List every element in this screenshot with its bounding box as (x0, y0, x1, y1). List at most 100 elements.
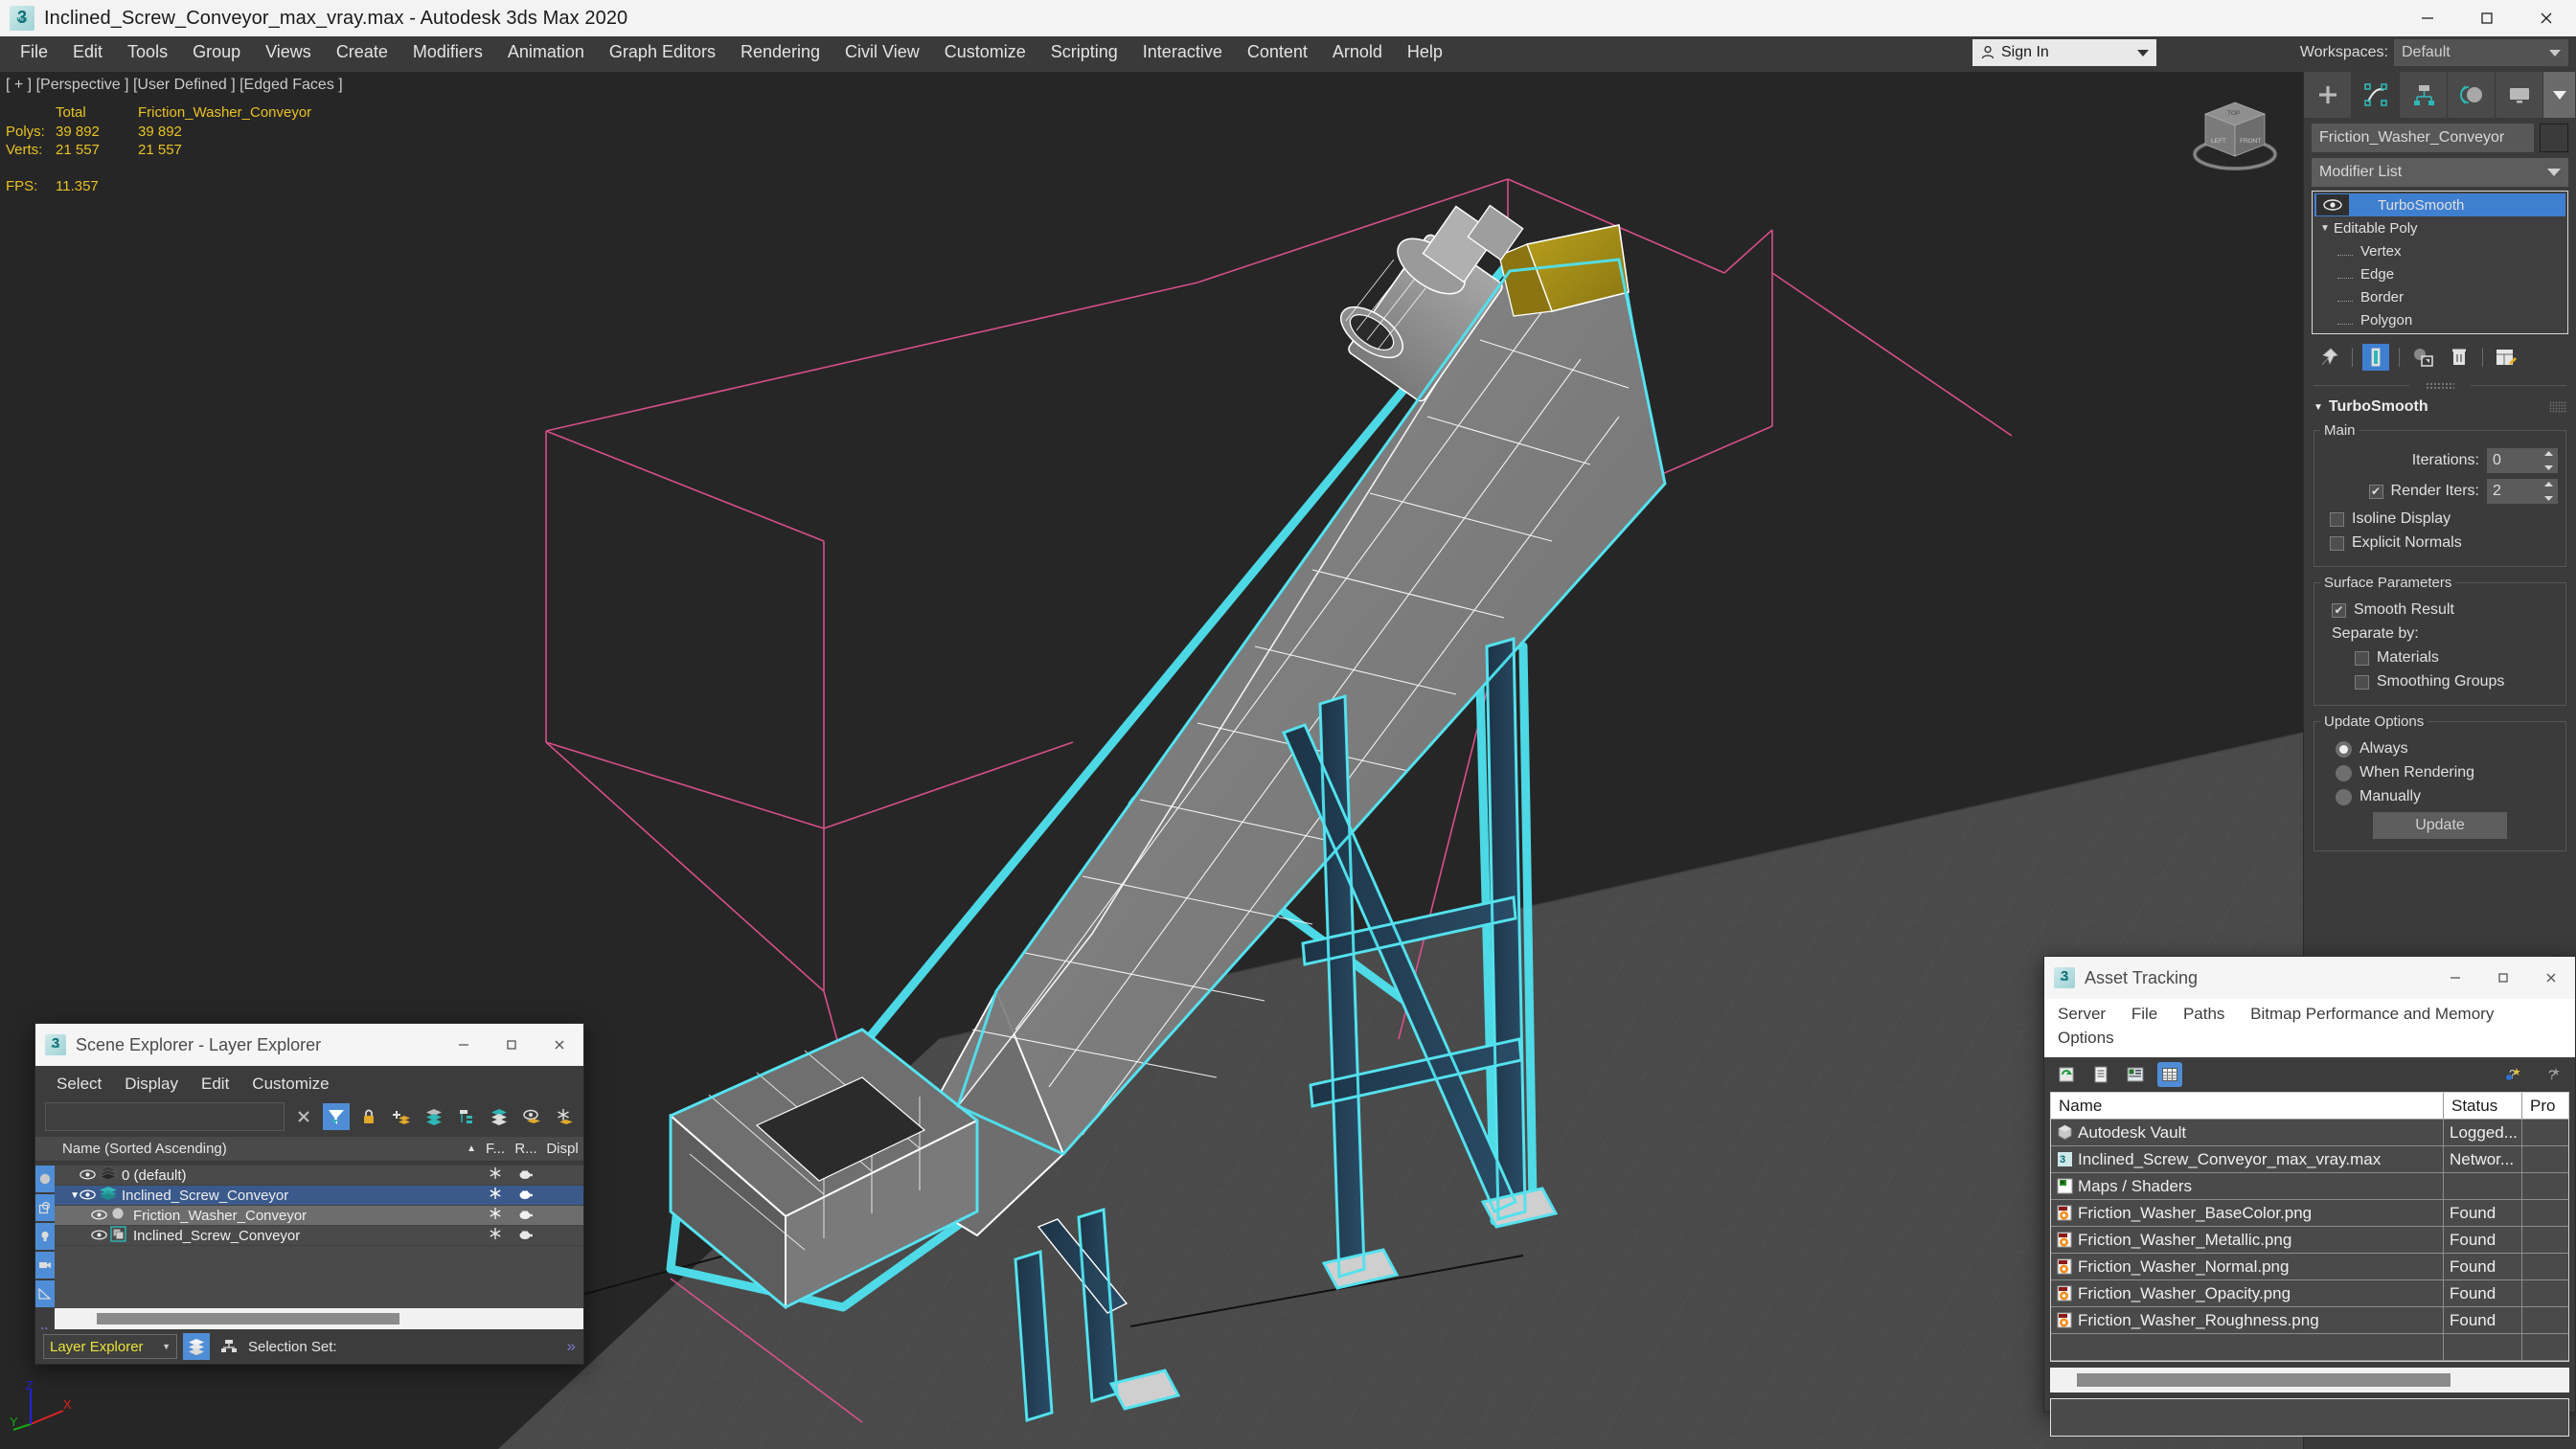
table-row[interactable]: Friction_Washer_BaseColor.png Found (2051, 1200, 2568, 1228)
layer-tree-icon[interactable] (453, 1103, 480, 1130)
menu-edit[interactable]: Edit (60, 37, 115, 67)
render-iters-checkbox[interactable] (2368, 484, 2383, 499)
add-layer-icon[interactable] (388, 1103, 415, 1130)
freeze-icon[interactable] (480, 1227, 511, 1244)
asset-tracking-window[interactable]: 3 Asset Tracking Server File Paths Bitma… (2043, 956, 2576, 1438)
list-item[interactable]: Inclined_Screw_Conveyor (55, 1225, 583, 1246)
show-end-result-icon[interactable] (2362, 344, 2389, 371)
scrollbar-thumb[interactable] (2077, 1373, 2451, 1388)
spinner-arrows-icon[interactable] (2543, 482, 2554, 501)
column-name[interactable]: Name (2051, 1093, 2444, 1120)
horizontal-scrollbar[interactable] (2050, 1368, 2569, 1393)
subobject-element[interactable]: Element (2314, 331, 2565, 333)
menu-animation[interactable]: Animation (495, 37, 597, 67)
update-manually-radio[interactable] (2336, 788, 2352, 805)
subobject-vertex[interactable]: Vertex (2314, 239, 2565, 262)
menu-group[interactable]: Group (180, 37, 253, 67)
menu-scripting[interactable]: Scripting (1038, 37, 1130, 67)
modifier-stack-item-turbosmooth[interactable]: TurboSmooth (2314, 193, 2565, 216)
sign-in-button[interactable]: Sign In (1972, 39, 2156, 66)
rollout-header[interactable]: ▼ TurboSmooth (2310, 396, 2570, 419)
eye-icon[interactable] (2316, 194, 2349, 215)
column-display[interactable]: Displ (541, 1141, 583, 1157)
update-button[interactable]: Update (2373, 812, 2507, 839)
update-when-rendering-radio[interactable] (2336, 764, 2352, 781)
freeze-icon[interactable] (480, 1207, 511, 1224)
eye-icon[interactable] (80, 1167, 99, 1184)
menu-graph-editors[interactable]: Graph Editors (597, 37, 728, 67)
freeze-layer-icon[interactable] (551, 1103, 578, 1130)
menu-help[interactable]: Help (1395, 37, 1455, 67)
table-row[interactable]: 3 Inclined_Screw_Conveyor_max_vray.max N… (2051, 1146, 2568, 1174)
minimize-icon[interactable] (2431, 957, 2479, 999)
menu-select[interactable]: Select (47, 1072, 111, 1097)
list-view-icon[interactable] (2088, 1062, 2113, 1087)
refresh-icon[interactable] (2054, 1062, 2079, 1087)
maximize-icon[interactable] (2479, 957, 2527, 999)
table-row[interactable]: Friction_Washer_Opacity.png Found (2051, 1280, 2568, 1308)
update-manually-row[interactable]: Manually (2324, 788, 2556, 805)
motion-tab[interactable] (2448, 72, 2496, 118)
workspace-select[interactable]: Default (2394, 39, 2568, 66)
column-name[interactable]: Name (Sorted Ascending) ▲ (55, 1141, 480, 1157)
column-frozen[interactable]: F... (480, 1141, 511, 1157)
minimize-icon[interactable] (440, 1024, 488, 1066)
horizontal-scrollbar[interactable] (55, 1308, 583, 1329)
menu-options[interactable]: Options (2058, 1029, 2114, 1047)
renderable-icon[interactable] (511, 1228, 541, 1244)
menu-views[interactable]: Views (253, 37, 324, 67)
menu-server[interactable]: Server (2058, 1005, 2106, 1023)
scrollbar-thumb[interactable] (97, 1313, 399, 1324)
lock-icon[interactable] (355, 1103, 382, 1130)
maximize-icon[interactable] (2457, 0, 2517, 36)
modify-tab[interactable] (2352, 72, 2400, 118)
materials-checkbox[interactable] (2355, 650, 2369, 666)
menu-customize[interactable]: Customize (932, 37, 1038, 67)
menu-arnold[interactable]: Arnold (1320, 37, 1395, 67)
list-item[interactable]: Friction_Washer_Conveyor (55, 1206, 583, 1226)
helpers-filter-icon[interactable] (35, 1280, 55, 1307)
panel-grip[interactable] (2314, 380, 2566, 392)
explorer-mode-combo[interactable]: Layer Explorer ▼ (43, 1334, 177, 1359)
table-row[interactable]: Friction_Washer_Normal.png Found (2051, 1254, 2568, 1281)
table-row[interactable]: Friction_Washer_Roughness.png Found (2051, 1307, 2568, 1335)
chevron-down-icon[interactable]: ▼ (55, 1190, 80, 1201)
explicit-normals-checkbox[interactable] (2330, 535, 2344, 551)
close-icon[interactable] (2517, 0, 2576, 36)
object-color-swatch[interactable] (2540, 124, 2568, 152)
asset-tracking-grid[interactable]: Name Status Pro Autodesk Vault Logged...… (2050, 1092, 2569, 1363)
eye-icon[interactable] (91, 1228, 110, 1244)
help-new-icon[interactable]: ? (2502, 1062, 2527, 1087)
minimize-icon[interactable] (2398, 0, 2457, 36)
pin-icon[interactable] (2315, 344, 2342, 371)
select-layer-icon[interactable] (421, 1103, 447, 1130)
grid-view-icon[interactable] (2157, 1062, 2182, 1088)
menu-customize[interactable]: Customize (242, 1072, 338, 1097)
eye-icon[interactable] (80, 1188, 99, 1204)
column-pro[interactable]: Pro (2522, 1093, 2568, 1119)
freeze-icon[interactable] (480, 1166, 511, 1184)
list-item[interactable]: ▼ Inclined_Screw_Conveyor (55, 1186, 583, 1206)
view-cube[interactable]: TOP LEFT FRONT (2182, 87, 2288, 187)
configure-sets-icon[interactable] (2493, 344, 2519, 371)
menu-civil-view[interactable]: Civil View (832, 37, 932, 67)
cameras-filter-icon[interactable] (35, 1252, 55, 1279)
search-input[interactable] (45, 1102, 285, 1131)
scene-explorer-icon[interactable] (216, 1333, 242, 1360)
close-icon[interactable] (2527, 957, 2575, 999)
subobject-polygon[interactable]: Polygon (2314, 308, 2565, 331)
menu-interactive[interactable]: Interactive (1130, 37, 1235, 67)
menu-tools[interactable]: Tools (115, 37, 180, 67)
render-iters-spinner[interactable]: 2 (2487, 479, 2558, 504)
layer-icon[interactable] (486, 1103, 513, 1130)
hide-layer-icon[interactable] (518, 1103, 545, 1130)
smooth-result-checkbox[interactable] (2332, 602, 2346, 618)
display-tab[interactable] (2496, 72, 2543, 118)
menu-file[interactable]: File (8, 37, 60, 67)
geometry-filter-icon[interactable] (35, 1166, 55, 1192)
modifier-stack[interactable]: TurboSmooth ▼ Editable Poly Vertex Edge … (2312, 191, 2568, 334)
table-row[interactable]: Maps / Shaders (2051, 1173, 2568, 1201)
trash-icon[interactable] (2446, 344, 2473, 371)
menu-display[interactable]: Display (115, 1072, 188, 1097)
update-when-rendering-row[interactable]: When Rendering (2324, 764, 2556, 781)
